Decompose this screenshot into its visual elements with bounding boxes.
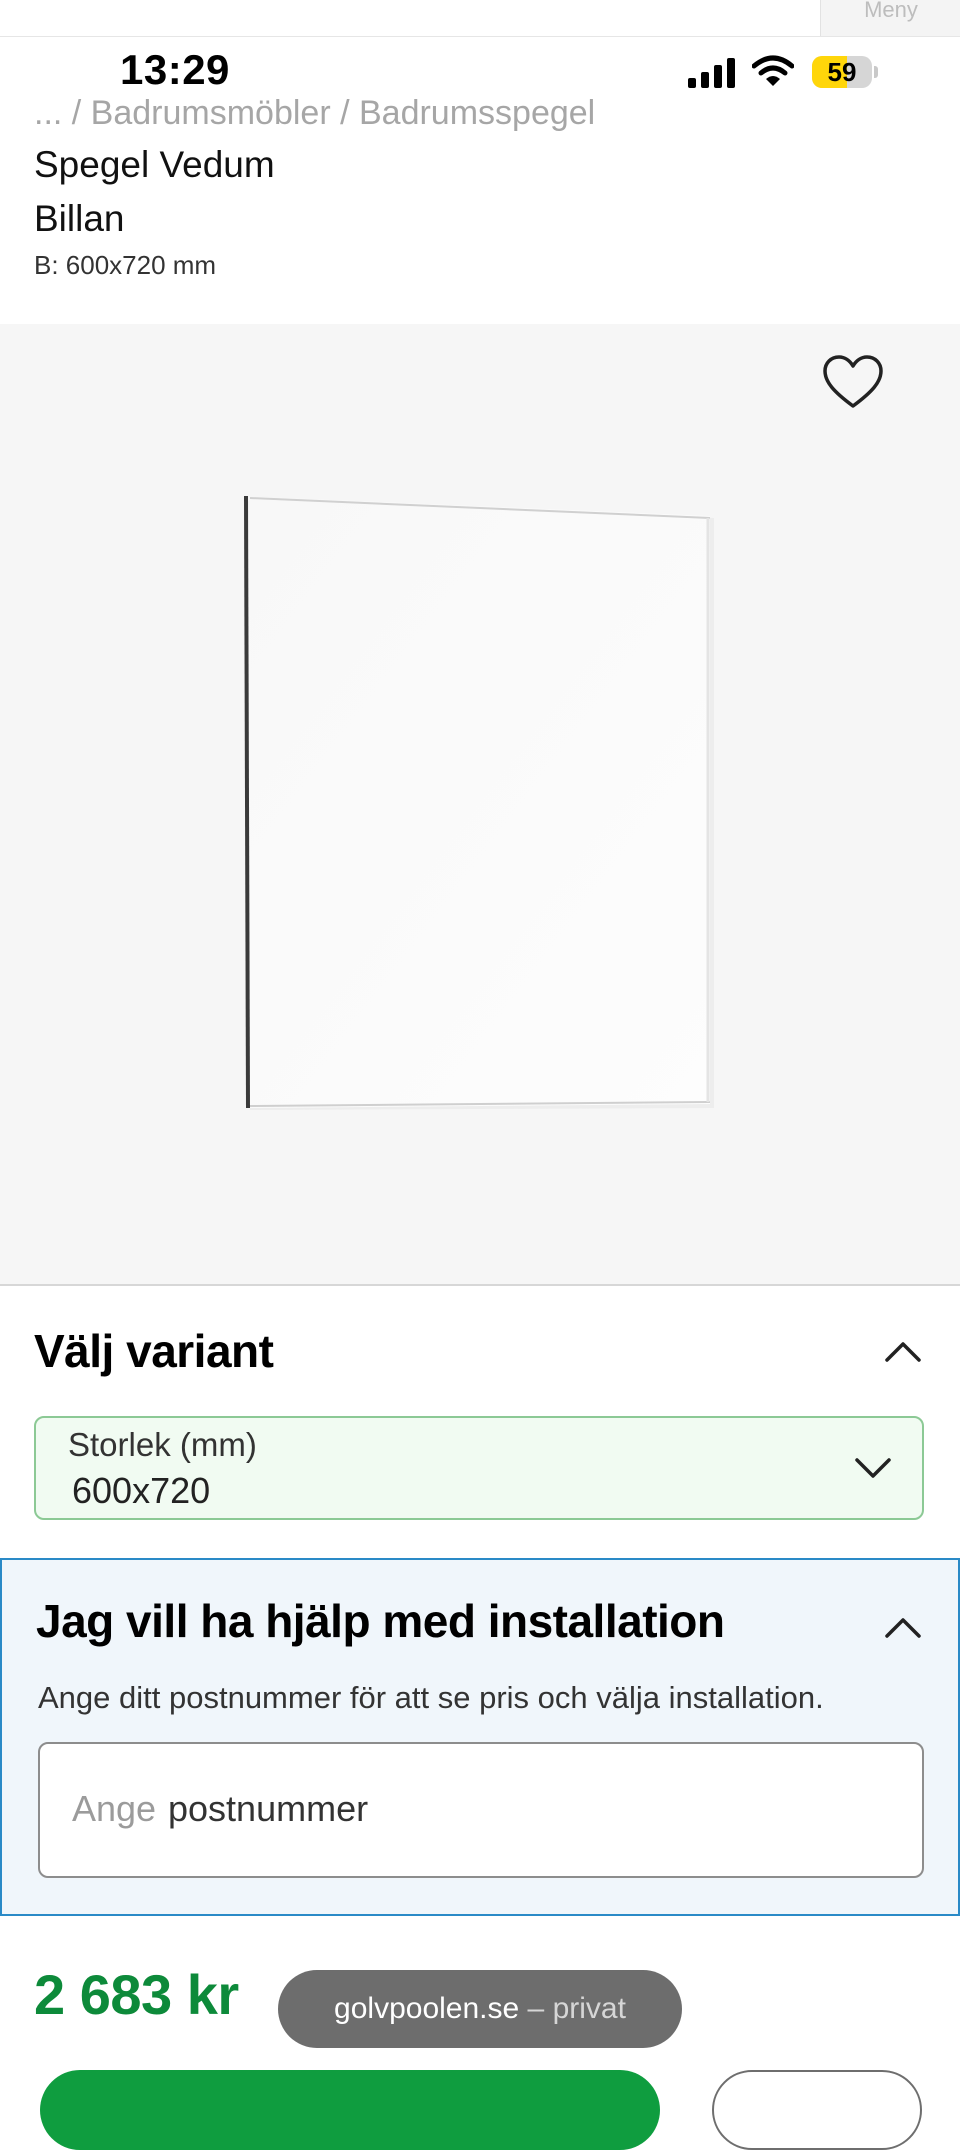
chevron-down-icon [855,1458,891,1478]
product-brand: Billan [34,198,125,239]
battery-indicator: 59 [812,56,878,88]
installation-heading: Jag vill ha hjälp med installation [36,1595,725,1647]
chevron-up-icon[interactable] [884,1338,922,1364]
postcode-placeholder: Ange [72,1788,157,1829]
site-separator: – [527,1992,545,2025]
breadcrumb[interactable]: ... / Badrumsmöbler / Badrumsspegel [34,94,595,133]
site-domain-pill: golvpoolen.se – privat [278,1970,682,2048]
product-title: Spegel Vedum [34,144,275,185]
favorite-heart-icon[interactable] [822,354,884,410]
installation-description: Ange ditt postnummer för att se pris och… [38,1680,824,1715]
product-price: 2 683 kr [34,1963,239,2026]
size-select-value: 600x720 [72,1470,211,1511]
wifi-icon [752,55,794,86]
postcode-input-text: postnummer [168,1788,369,1829]
product-dimensions: B: 600x720 mm [34,250,217,280]
add-to-cart-button[interactable] [40,2070,660,2150]
variant-heading: Välj variant [34,1325,274,1377]
menu-button[interactable]: Meny [820,0,960,36]
battery-body: 59 [812,56,872,88]
installation-panel: Jag vill ha hjälp med installation Ange … [0,1558,960,1916]
size-select-label: Storlek (mm) [68,1426,257,1463]
battery-percent: 59 [827,57,857,87]
secondary-action-button[interactable] [712,2070,922,2150]
chevron-up-icon[interactable] [884,1614,922,1640]
signal-icon [688,58,735,88]
top-nav-strip [0,0,960,37]
site-domain: golvpoolen.se [334,1992,520,2025]
site-mode: privat [552,1992,626,2025]
size-select[interactable]: Storlek (mm) 600x720 [34,1416,924,1520]
product-image-mirror[interactable] [244,496,714,1110]
postcode-input[interactable]: Ange postnummer [38,1742,924,1878]
status-time: 13:29 [120,46,230,93]
battery-cap [874,66,878,78]
